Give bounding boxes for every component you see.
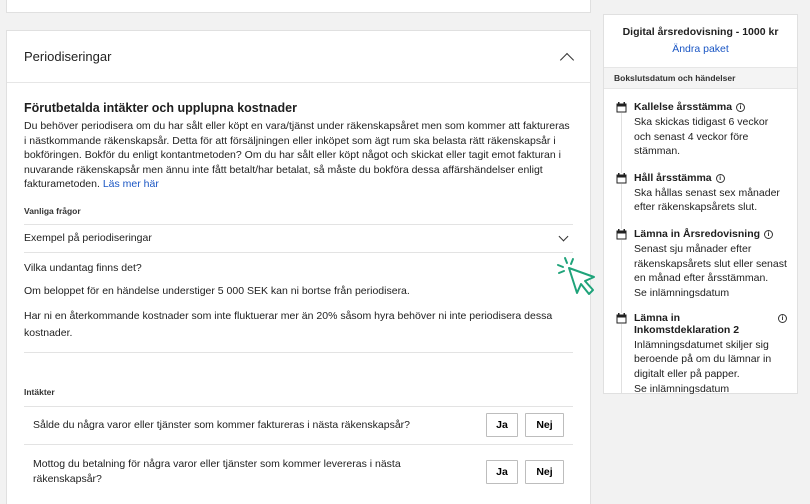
submission-date-link[interactable]: Se inlämningsdatum (634, 383, 787, 395)
yes-button[interactable]: Ja (486, 460, 518, 485)
calendar-icon (616, 102, 627, 113)
package-title: Digital årsredovisning - 1000 kr (622, 26, 779, 38)
events-subheader: Bokslutsdatum och händelser (604, 67, 797, 89)
event-item: Kallelse årsstämma i Ska skickas tidigast… (616, 101, 787, 159)
faq-answer-1: Om beloppet för en händelse understiger … (24, 284, 410, 297)
yes-button[interactable]: Ja (486, 413, 518, 438)
info-icon[interactable]: i (715, 173, 725, 183)
event-item: Lämna in Inkomstdeklaration 2 i Inlämning… (616, 312, 787, 395)
event-text: Ska skickas tidigast 6 veckor och senast… (634, 116, 769, 158)
event-text: Ska hållas senast sex månader efter räke… (634, 186, 780, 214)
question-row: Mottog du betalning för några varor elle… (24, 443, 573, 500)
event-text: Inlämningsdatumet skiljer sig beroende p… (634, 338, 772, 380)
faq-item-exceptions[interactable]: Vilka undantag finns det? (24, 262, 573, 274)
events-timeline: Kallelse årsstämma i Ska skickas tidigast… (604, 89, 797, 395)
section-description: Du behöver periodisera om du har sålt el… (24, 120, 570, 191)
section-header-title: Periodiseringar (24, 49, 112, 64)
periodiseringar-card: Periodiseringar Förutbetalda intäkter oc… (6, 30, 591, 504)
event-title: Håll årsstämma (634, 171, 712, 184)
no-button[interactable]: Nej (525, 460, 564, 485)
sidebar-card: Digital årsredovisning - 1000 kr Ändra p… (603, 14, 798, 395)
calendar-icon (616, 228, 627, 240)
event-item: Lämna in Årsredovisning i Senast sju måna… (616, 228, 787, 299)
read-more-link[interactable]: Läs mer här (103, 178, 159, 190)
info-icon[interactable]: i (778, 313, 787, 323)
chevron-down-icon[interactable] (558, 231, 569, 242)
question-text: Mottog du betalning för några varor elle… (33, 457, 401, 486)
question-text: Sålde du några varor eller tjänster som … (33, 419, 411, 432)
question-row: Sålde du några varor eller tjänster som … (24, 405, 573, 444)
faq-answer-2: Har ni en återkommande kostnader som int… (24, 308, 573, 353)
faq-item-examples[interactable]: Exempel på periodiseringar (24, 223, 573, 253)
event-title: Lämna in Årsredovisning (634, 227, 761, 240)
submission-date-link[interactable]: Se inlämningsdatum (634, 287, 787, 299)
no-button[interactable]: Nej (525, 413, 564, 438)
section-header[interactable]: Periodiseringar (7, 31, 590, 83)
calendar-icon (616, 312, 627, 324)
click-cursor-icon (557, 257, 595, 295)
section-title: Förutbetalda intäkter och upplupna kostn… (24, 101, 297, 115)
event-text: Senast sju månader efter räkenskapsårets… (634, 242, 787, 285)
event-title: Lämna in Inkomstdeklaration 2 (634, 311, 740, 336)
faq-item-label: Exempel på periodiseringar (24, 232, 152, 245)
chevron-up-icon[interactable] (559, 52, 575, 67)
intakter-label: Intäkter (24, 386, 55, 397)
calendar-icon (616, 172, 627, 184)
event-title: Kallelse årsstämma (634, 101, 733, 113)
info-icon[interactable]: i (736, 103, 746, 112)
change-package-link[interactable]: Ändra paket (604, 43, 797, 55)
event-item: Håll årsstämma i Ska hållas senast sex må… (616, 172, 787, 215)
info-icon[interactable]: i (764, 229, 774, 239)
faq-label: Vanliga frågor (24, 205, 81, 216)
previous-section-card (6, 0, 591, 13)
